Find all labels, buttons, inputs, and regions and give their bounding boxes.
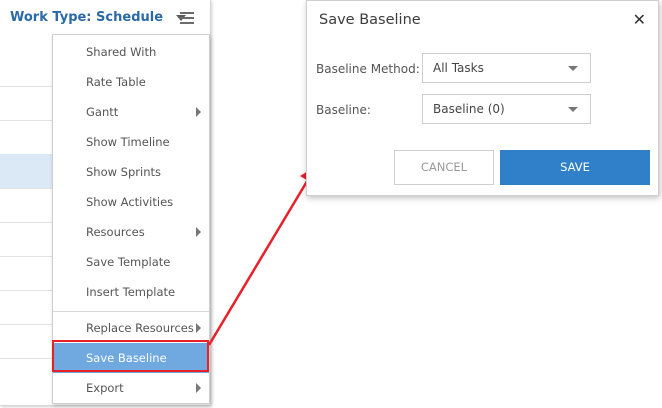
- menu-item-label: Insert Template: [86, 285, 176, 299]
- baseline-method-value: All Tasks: [433, 61, 484, 75]
- menu-item-shared-with[interactable]: Shared With: [53, 37, 209, 67]
- menu-item-resources[interactable]: Resources: [53, 217, 209, 247]
- grid-row-divider: [0, 358, 52, 359]
- menu-item-replace-resources[interactable]: Replace Resources: [53, 313, 209, 343]
- menu-divider: [53, 311, 209, 312]
- grid-row-divider: [0, 290, 52, 291]
- grid-row-divider: [0, 120, 52, 121]
- menu-item-label: Export: [86, 381, 124, 395]
- toolbar: Work Type: Schedule: [0, 0, 210, 36]
- grid-row-divider: [0, 222, 52, 223]
- menu-item-label: Rate Table: [86, 75, 146, 89]
- menu-item-label: Shared With: [86, 45, 157, 59]
- chevron-down-icon: [568, 66, 578, 71]
- save-baseline-dialog: Save Baseline ✕ Baseline Method: All Tas…: [306, 0, 659, 196]
- options-menu: Shared With Rate Table Gantt Show Timeli…: [52, 34, 210, 404]
- cancel-button[interactable]: CANCEL: [394, 150, 494, 185]
- menu-item-label: Show Sprints: [86, 165, 161, 179]
- menu-item-rate-table[interactable]: Rate Table: [53, 67, 209, 97]
- chevron-right-icon: [196, 383, 201, 393]
- menu-item-show-timeline[interactable]: Show Timeline: [53, 127, 209, 157]
- baseline-method-select[interactable]: All Tasks: [422, 53, 591, 83]
- menu-item-label: Show Timeline: [86, 135, 170, 149]
- chevron-right-icon: [196, 227, 201, 237]
- menu-item-save-template[interactable]: Save Template: [53, 247, 209, 277]
- menu-item-label: Save Baseline: [86, 351, 167, 365]
- menu-item-show-activities[interactable]: Show Activities: [53, 187, 209, 217]
- menu-item-label: Gantt: [86, 105, 119, 119]
- close-icon[interactable]: ✕: [633, 9, 646, 31]
- grid-row-divider: [0, 86, 52, 87]
- menu-item-export[interactable]: Export: [53, 373, 209, 403]
- menu-item-save-baseline[interactable]: Save Baseline: [53, 343, 209, 373]
- baseline-select[interactable]: Baseline (0): [422, 94, 591, 124]
- chevron-right-icon: [196, 323, 201, 333]
- baseline-value: Baseline (0): [433, 102, 505, 116]
- selected-grid-row[interactable]: [0, 154, 52, 188]
- baseline-method-label: Baseline Method:: [316, 62, 420, 76]
- chevron-down-icon: [568, 107, 578, 112]
- save-button[interactable]: SAVE: [500, 150, 650, 185]
- work-type-label: Work Type:: [10, 10, 92, 25]
- menu-item-label: Save Template: [86, 255, 171, 269]
- grid-row-divider: [0, 188, 52, 189]
- menu-item-show-sprints[interactable]: Show Sprints: [53, 157, 209, 187]
- grid-row-divider: [0, 324, 52, 325]
- menu-item-label: Show Activities: [86, 195, 174, 209]
- menu-item-label: Replace Resources: [86, 321, 194, 335]
- chevron-right-icon: [196, 107, 201, 117]
- menu-item-insert-template[interactable]: Insert Template: [53, 277, 209, 307]
- work-type-selector[interactable]: Work Type: Schedule: [10, 10, 186, 25]
- baseline-label: Baseline:: [316, 103, 371, 117]
- menu-item-label: Resources: [86, 225, 145, 239]
- arrow-shaft: [207, 177, 311, 346]
- dialog-title: Save Baseline: [319, 12, 421, 28]
- menu-item-gantt[interactable]: Gantt: [53, 97, 209, 127]
- work-type-value: Schedule: [96, 10, 164, 25]
- grid-row-divider: [0, 256, 52, 257]
- hamburger-icon[interactable]: [180, 12, 194, 24]
